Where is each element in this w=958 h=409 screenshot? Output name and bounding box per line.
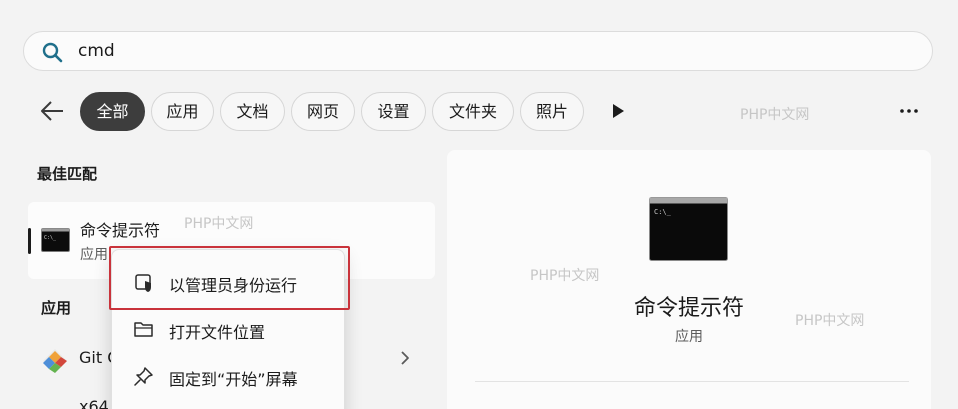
menu-item-label: 以管理员身份运行 — [169, 276, 298, 295]
menu-item-open-location[interactable]: 打开文件位置 — [112, 306, 346, 352]
watermark-text: PHP中文网 — [530, 268, 600, 284]
command-prompt-icon: C:\_ — [41, 228, 70, 252]
pin-icon — [134, 367, 153, 386]
watermark-text: PHP中文网 — [184, 216, 254, 232]
filter-folders[interactable]: 文件夹 — [432, 92, 514, 131]
chevron-right-icon[interactable] — [398, 349, 412, 367]
detail-divider — [475, 381, 909, 382]
filter-photos[interactable]: 照片 — [520, 92, 584, 131]
x64-app-name: x64 — [79, 397, 109, 409]
detail-panel: C:\_ 命令提示符 应用 — [447, 150, 931, 409]
git-icon — [43, 349, 67, 373]
play-triangle-icon[interactable] — [610, 102, 626, 120]
search-input[interactable] — [78, 38, 898, 64]
filter-apps[interactable]: 应用 — [151, 92, 214, 131]
shield-icon — [135, 274, 151, 292]
apps-heading: 应用 — [41, 299, 72, 317]
menu-item-run-as-admin[interactable]: 以管理员身份运行 — [112, 259, 346, 305]
menu-item-pin-to-start[interactable]: 固定到“开始”屏幕 — [112, 353, 346, 399]
search-bar[interactable] — [23, 31, 933, 71]
selection-indicator — [28, 228, 31, 254]
back-arrow-icon[interactable] — [38, 98, 66, 124]
svg-text:C:\_: C:\_ — [44, 235, 57, 241]
filter-documents[interactable]: 文档 — [220, 92, 285, 131]
watermark-text: PHP中文网 — [795, 313, 865, 329]
menu-item-label: 固定到“开始”屏幕 — [169, 370, 298, 389]
context-menu: 以管理员身份运行 打开文件位置 固定到“开始”屏幕 — [111, 249, 345, 409]
command-prompt-large-icon: C:\_ — [649, 197, 728, 261]
best-match-type: 应用 — [80, 247, 108, 263]
search-icon — [42, 42, 63, 63]
watermark-text: PHP中文网 — [740, 107, 810, 123]
menu-item-label: 打开文件位置 — [169, 323, 266, 342]
best-match-heading: 最佳匹配 — [37, 165, 98, 183]
filter-web[interactable]: 网页 — [291, 92, 355, 131]
folder-icon — [134, 322, 153, 337]
best-match-name: 命令提示符 — [80, 221, 161, 240]
svg-text:C:\_: C:\_ — [654, 208, 672, 216]
filter-all[interactable]: 全部 — [80, 92, 145, 131]
filter-settings[interactable]: 设置 — [361, 92, 426, 131]
ellipsis-icon[interactable] — [897, 101, 921, 121]
